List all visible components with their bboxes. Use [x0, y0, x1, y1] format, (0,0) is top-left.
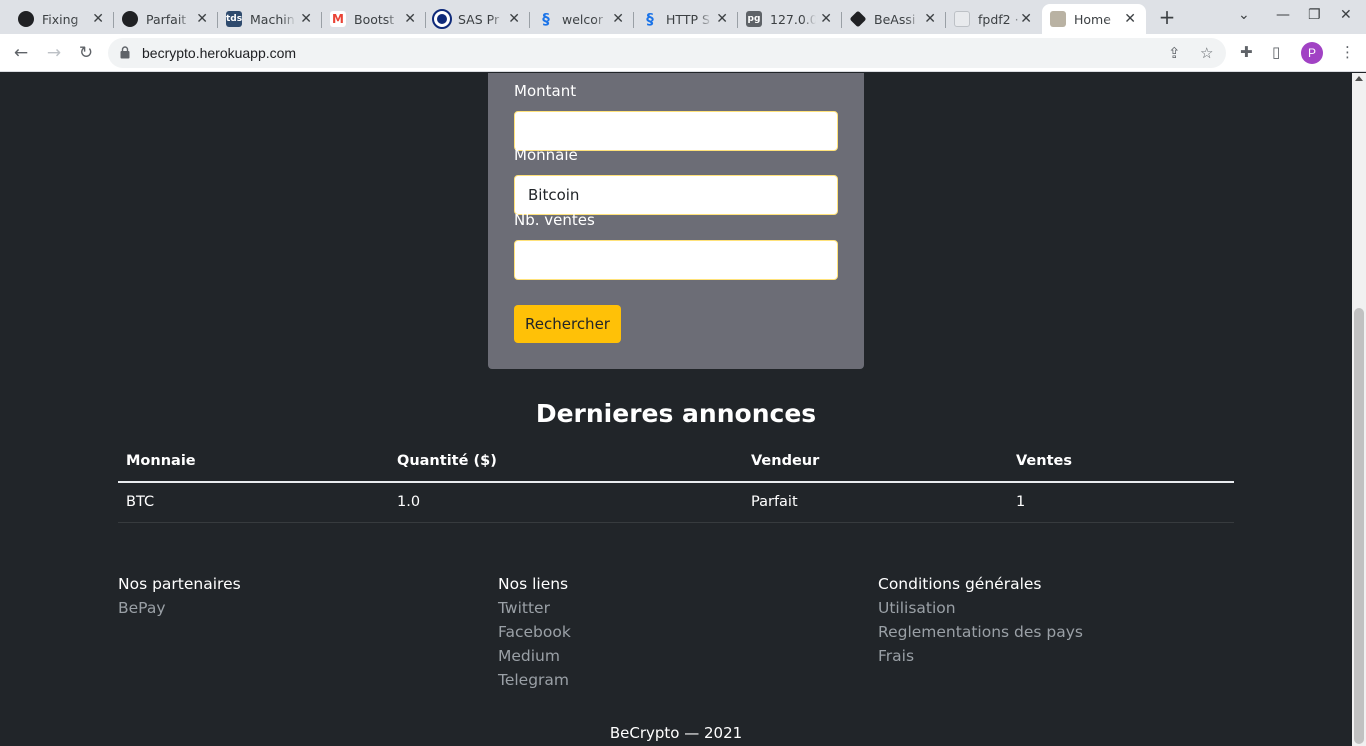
browser-tab[interactable]: BeAssi ✕	[842, 4, 946, 34]
sales-count-input[interactable]	[514, 240, 838, 280]
side-panel-icon[interactable]: ▯	[1272, 43, 1280, 61]
browser-tab[interactable]: M Bootst ✕	[322, 4, 426, 34]
s-logo-icon: §	[542, 10, 550, 28]
sas-icon	[432, 9, 452, 29]
browser-tab[interactable]: pg 127.0.0 ✕	[738, 4, 842, 34]
currency-label: Monnaie	[514, 146, 578, 164]
browser-tab[interactable]: SAS Pr ✕	[426, 4, 530, 34]
close-tab-icon[interactable]: ✕	[612, 11, 624, 27]
close-tab-icon[interactable]: ✕	[716, 11, 728, 27]
diamond-icon	[849, 10, 867, 28]
footer-heading: Nos partenaires	[118, 575, 241, 593]
listings-title: Dernieres annonces	[535, 399, 817, 428]
cell-currency: BTC	[126, 494, 155, 510]
lock-icon	[120, 46, 130, 59]
gmail-icon: M	[330, 11, 346, 27]
close-window-icon[interactable]: ✕	[1340, 7, 1352, 23]
page-viewport: Montant Monnaie Bitcoin Nb. ventes Reche…	[0, 73, 1352, 746]
reload-icon[interactable]: ↻	[75, 42, 97, 64]
footer-link-facebook[interactable]: Facebook	[498, 622, 571, 646]
footer-links: Nos liens Twitter Facebook Medium Telegr…	[498, 574, 571, 694]
browser-tab-active[interactable]: Home ✕	[1042, 4, 1146, 34]
footer-partners: Nos partenaires BePay	[118, 574, 241, 622]
close-tab-icon[interactable]: ✕	[92, 11, 104, 27]
page-scrollbar[interactable]	[1352, 73, 1366, 746]
footer-link-regulations[interactable]: Reglementations des pays	[878, 622, 1083, 646]
close-tab-icon[interactable]: ✕	[196, 11, 208, 27]
footer-link-medium[interactable]: Medium	[498, 646, 571, 670]
new-tab-button[interactable]: +	[1155, 5, 1179, 29]
cube-icon	[954, 11, 970, 27]
browser-tab[interactable]: § welcor ✕	[530, 4, 634, 34]
amount-input[interactable]	[514, 111, 838, 151]
cell-quantity: 1.0	[397, 494, 421, 510]
amount-label: Montant	[514, 82, 577, 100]
browser-tab[interactable]: Fixing ✕	[10, 4, 114, 34]
minimize-icon[interactable]: —	[1276, 7, 1290, 23]
sales-count-label: Nb. ventes	[514, 211, 595, 229]
currency-select[interactable]: Bitcoin	[514, 175, 838, 215]
tds-icon: tds	[226, 11, 242, 27]
browser-toolbar: ← → ↻ becrypto.herokuapp.com ⇪ ☆ ✚ ▯ P ⋮	[0, 34, 1366, 72]
browser-tab[interactable]: Parfait ✕	[114, 4, 218, 34]
search-button[interactable]: Rechercher	[514, 305, 621, 343]
column-header: Quantité ($)	[397, 453, 497, 469]
search-form-card: Montant Monnaie Bitcoin Nb. ventes Reche…	[488, 73, 864, 369]
footer-link-bepay[interactable]: BePay	[118, 598, 241, 622]
cell-sales: 1	[1016, 494, 1026, 510]
browser-tab[interactable]: § HTTP S ✕	[634, 4, 738, 34]
pg-icon: pg	[746, 11, 762, 27]
column-header: Ventes	[1016, 453, 1072, 469]
footer-link-usage[interactable]: Utilisation	[878, 598, 1083, 622]
footer-link-fees[interactable]: Frais	[878, 646, 1083, 670]
browser-tab[interactable]: tds Machin ✕	[218, 4, 322, 34]
back-icon[interactable]: ←	[10, 42, 32, 64]
footer-link-telegram[interactable]: Telegram	[498, 670, 571, 694]
address-text: becrypto.herokuapp.com	[142, 45, 297, 61]
menu-kebab-icon[interactable]: ⋮	[1340, 43, 1355, 61]
site-icon	[1050, 11, 1066, 27]
scroll-up-arrow-icon[interactable]	[1355, 76, 1363, 81]
tab-search-icon[interactable]: ⌄	[1238, 7, 1250, 23]
bookmark-star-icon[interactable]: ☆	[1200, 44, 1213, 62]
extensions-icon[interactable]: ✚	[1240, 43, 1253, 61]
profile-avatar[interactable]: P	[1301, 42, 1323, 64]
restore-icon[interactable]: ❐	[1308, 7, 1321, 23]
footer-heading: Conditions générales	[878, 575, 1042, 593]
browser-tab[interactable]: fpdf2 · ✕	[946, 4, 1042, 34]
github-icon	[122, 11, 138, 27]
footer-link-twitter[interactable]: Twitter	[498, 598, 571, 622]
tab-strip: Fixing ✕ Parfait ✕ tds Machin ✕ M Bootst…	[0, 0, 1366, 34]
forward-icon[interactable]: →	[43, 42, 65, 64]
close-tab-icon[interactable]: ✕	[508, 11, 520, 27]
share-icon[interactable]: ⇪	[1168, 44, 1181, 62]
close-tab-icon[interactable]: ✕	[300, 11, 312, 27]
close-tab-icon[interactable]: ✕	[1020, 11, 1032, 27]
cell-seller: Parfait	[751, 494, 798, 510]
copyright-text: BeCrypto — 2021	[609, 724, 743, 742]
column-header: Monnaie	[126, 453, 196, 469]
close-tab-icon[interactable]: ✕	[820, 11, 832, 27]
footer-terms: Conditions générales Utilisation Regleme…	[878, 574, 1083, 670]
column-header: Vendeur	[751, 453, 820, 469]
s-logo-icon: §	[646, 10, 654, 28]
listings-table: Monnaie Quantité ($) Vendeur Ventes BTC …	[118, 443, 1234, 523]
table-header: Monnaie Quantité ($) Vendeur Ventes	[118, 443, 1234, 483]
scrollbar-thumb[interactable]	[1354, 308, 1364, 744]
table-row: BTC 1.0 Parfait 1	[118, 483, 1234, 523]
close-tab-icon[interactable]: ✕	[404, 11, 416, 27]
address-bar[interactable]: becrypto.herokuapp.com ⇪ ☆	[108, 38, 1226, 68]
close-tab-icon[interactable]: ✕	[924, 11, 936, 27]
close-tab-icon[interactable]: ✕	[1124, 11, 1136, 27]
footer-heading: Nos liens	[498, 575, 569, 593]
github-icon	[18, 11, 34, 27]
